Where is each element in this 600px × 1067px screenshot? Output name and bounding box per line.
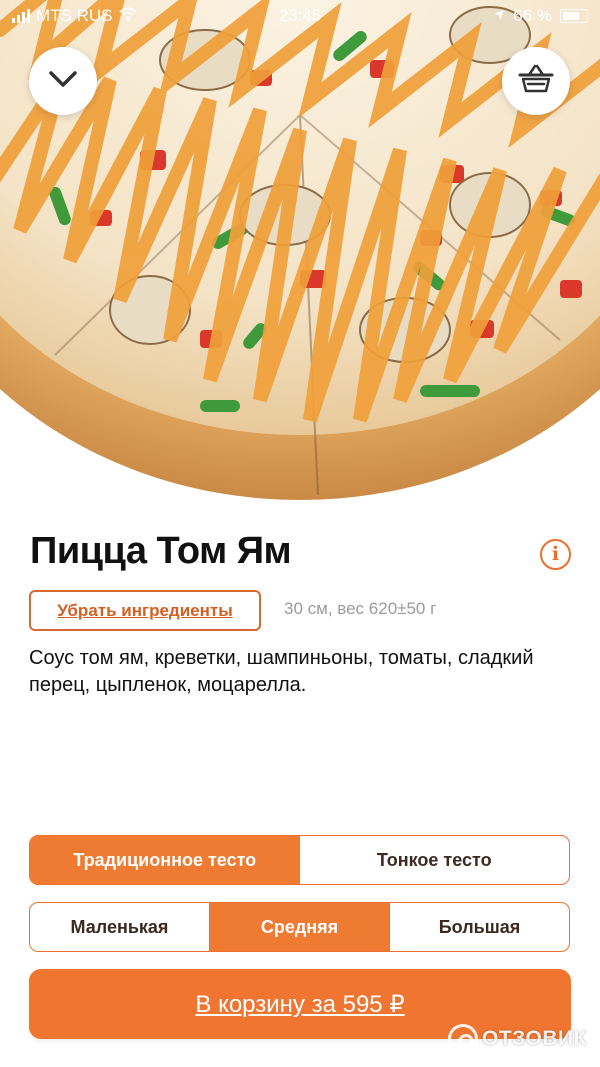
location-icon: [493, 6, 505, 26]
watermark-text: ОТЗОВИК: [482, 1027, 587, 1050]
chevron-down-icon: [48, 70, 78, 93]
dough-option-traditional[interactable]: Традиционное тесто: [30, 836, 300, 884]
cart-button[interactable]: [502, 47, 570, 115]
product-description: Соус том ям, креветки, шампиньоны, томат…: [29, 647, 534, 696]
watermark: ОТЗОВИК: [448, 1024, 587, 1054]
size-option-large[interactable]: Большая: [389, 903, 569, 951]
basket-icon: [518, 64, 554, 99]
product-meta: 30 см, вес 620±50 г: [284, 599, 437, 618]
battery-percent: 66 %: [513, 6, 552, 25]
size-option-small[interactable]: Маленькая: [30, 903, 209, 951]
size-option-medium[interactable]: Средняя: [209, 903, 389, 951]
size-selector: Маленькая Средняя Большая: [29, 902, 570, 952]
status-right: 66 %: [493, 6, 588, 26]
remove-ingredients-button[interactable]: Убрать ингредиенты: [29, 590, 261, 631]
watermark-logo-icon: [448, 1024, 478, 1054]
collapse-button[interactable]: [29, 47, 97, 115]
product-title: Пицца Том Ям: [30, 530, 292, 572]
battery-icon: [560, 9, 588, 23]
status-bar: MTS RUS 23:45 66 %: [0, 0, 600, 32]
info-icon[interactable]: i: [540, 539, 571, 570]
dough-selector: Традиционное тесто Тонкое тесто: [29, 835, 570, 885]
dough-option-thin[interactable]: Тонкое тесто: [300, 836, 570, 884]
